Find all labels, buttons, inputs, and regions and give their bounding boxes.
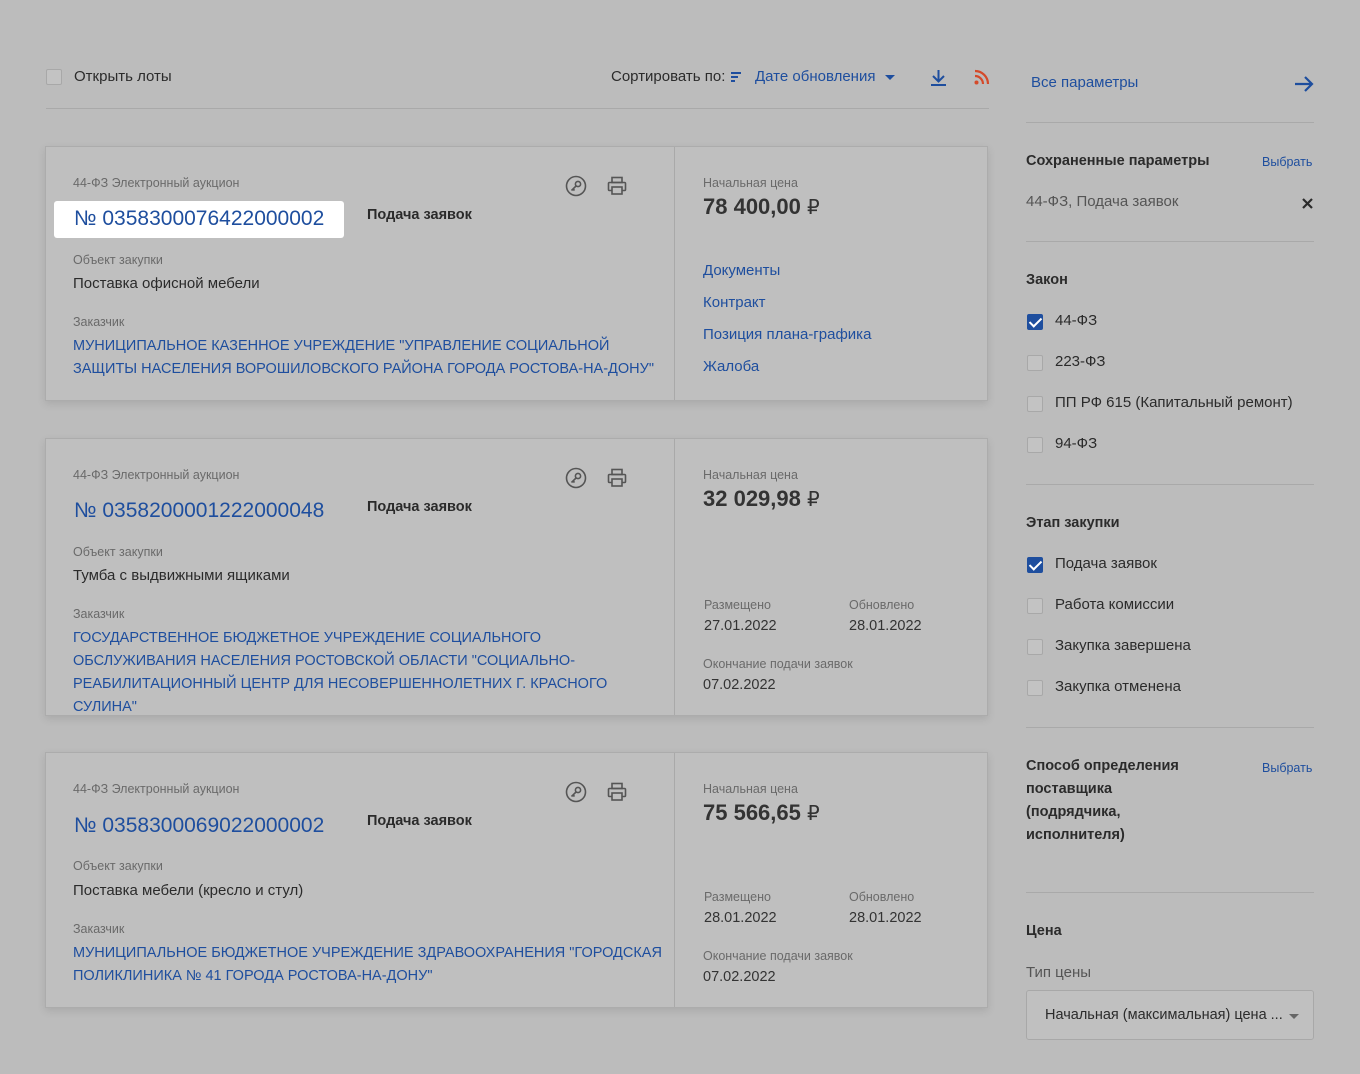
- lot-law: 44-ФЗ Электронный аукцион: [73, 176, 240, 190]
- posted-date: 28.01.2022: [704, 910, 777, 926]
- updated-label: Обновлено: [849, 890, 915, 904]
- lot-law: 44-ФЗ Электронный аукцион: [73, 782, 240, 796]
- deadline-label: Окончание подачи заявок: [703, 657, 853, 671]
- divider: [1026, 727, 1314, 728]
- stage-label: Закупка завершена: [1055, 637, 1191, 654]
- law-checkbox-615[interactable]: [1027, 396, 1043, 412]
- price-type-select[interactable]: Начальная (максимальная) цена ...: [1026, 990, 1314, 1040]
- stage-checkbox-cancelled[interactable]: [1027, 680, 1043, 696]
- contract-link[interactable]: Контракт: [703, 294, 766, 311]
- law-checkbox-94[interactable]: [1027, 437, 1043, 453]
- stage-label: Работа комиссии: [1055, 596, 1175, 613]
- deadline-date: 07.02.2022: [703, 969, 776, 985]
- updated-date: 28.01.2022: [849, 910, 922, 926]
- divider: [1026, 122, 1314, 123]
- lot-price: 78 400,00 ₽: [703, 194, 820, 219]
- law-title: Закон: [1026, 272, 1068, 288]
- card-divider: [674, 439, 675, 715]
- lot-object: Поставка мебели (кресло и стул): [73, 882, 304, 899]
- law-checkbox-44[interactable]: [1027, 314, 1043, 330]
- all-params-link[interactable]: Все параметры: [1031, 74, 1138, 91]
- lot-object: Тумба с выдвижными ящиками: [73, 567, 290, 584]
- object-label: Объект закупки: [73, 545, 163, 559]
- lot-number[interactable]: № 0358300076422000002: [54, 201, 345, 238]
- documents-link[interactable]: Документы: [703, 262, 780, 279]
- object-label: Объект закупки: [73, 253, 163, 267]
- law-label: ПП РФ 615 (Капитальный ремонт): [1055, 394, 1293, 411]
- updated-label: Обновлено: [849, 598, 915, 612]
- lot-card: 44-ФЗ Электронный аукцион № 035830007642…: [45, 146, 988, 401]
- print-icon[interactable]: [606, 781, 628, 803]
- stage-checkbox-completed[interactable]: [1027, 639, 1043, 655]
- download-icon[interactable]: [930, 69, 947, 87]
- law-checkbox-223[interactable]: [1027, 355, 1043, 371]
- sort-select[interactable]: Дате обновления: [755, 68, 875, 85]
- stage-checkbox-applications[interactable]: [1027, 557, 1043, 573]
- customer-link[interactable]: ГОСУДАРСТВЕННОЕ БЮДЖЕТНОЕ УЧРЕЖДЕНИЕ СОЦ…: [73, 627, 663, 719]
- supplier-method-title: Способ определения поставщика (подрядчик…: [1026, 758, 1179, 843]
- supplier-method-choose[interactable]: Выбрать: [1262, 761, 1312, 775]
- key-icon[interactable]: [565, 781, 587, 803]
- key-icon[interactable]: [565, 467, 587, 489]
- chevron-down-icon: [1289, 1014, 1299, 1019]
- posted-label: Размещено: [704, 890, 771, 904]
- lot-stage: Подача заявок: [367, 499, 472, 515]
- divider: [1026, 892, 1314, 893]
- lot-number[interactable]: № 0358300069022000002: [74, 814, 324, 838]
- saved-params-title: Сохраненные параметры: [1026, 153, 1210, 169]
- open-lots-label: Открыть лоты: [74, 68, 172, 85]
- posted-label: Размещено: [704, 598, 771, 612]
- sort-label: Сортировать по:: [611, 68, 726, 85]
- deadline-date: 07.02.2022: [703, 677, 776, 693]
- object-label: Объект закупки: [73, 859, 163, 873]
- lot-stage: Подача заявок: [367, 207, 472, 223]
- plan-position-link[interactable]: Позиция плана-графика: [703, 326, 871, 343]
- divider: [1026, 241, 1314, 242]
- law-label: 94-ФЗ: [1055, 435, 1098, 452]
- customer-label: Заказчик: [73, 315, 125, 329]
- lot-card: 44-ФЗ Электронный аукцион № 035830006902…: [45, 752, 988, 1008]
- lot-number[interactable]: № 0358200001222000048: [74, 499, 324, 523]
- customer-link[interactable]: МУНИЦИПАЛЬНОЕ БЮДЖЕТНОЕ УЧРЕЖДЕНИЕ ЗДРАВ…: [73, 942, 663, 988]
- divider: [1026, 484, 1314, 485]
- print-icon[interactable]: [606, 467, 628, 489]
- lot-price: 32 029,98 ₽: [703, 486, 820, 511]
- stage-checkbox-commission[interactable]: [1027, 598, 1043, 614]
- key-icon[interactable]: [565, 175, 587, 197]
- stage-label: Подача заявок: [1055, 555, 1157, 572]
- card-divider: [674, 147, 675, 400]
- print-icon[interactable]: [606, 175, 628, 197]
- lot-law: 44-ФЗ Электронный аукцион: [73, 468, 240, 482]
- sort-icon: [731, 72, 741, 82]
- lot-stage: Подача заявок: [367, 813, 472, 829]
- lot-object: Поставка офисной мебели: [73, 275, 260, 292]
- saved-params-choose[interactable]: Выбрать: [1262, 155, 1312, 169]
- deadline-label: Окончание подачи заявок: [703, 949, 853, 963]
- complaint-link[interactable]: Жалоба: [703, 358, 759, 375]
- rss-icon[interactable]: [974, 69, 990, 85]
- close-icon[interactable]: [1302, 198, 1313, 209]
- law-label: 44-ФЗ: [1055, 312, 1098, 329]
- lot-price: 75 566,65 ₽: [703, 800, 820, 825]
- open-lots-checkbox[interactable]: [46, 69, 62, 85]
- law-label: 223-ФЗ: [1055, 353, 1106, 370]
- card-divider: [674, 753, 675, 1007]
- price-type-label: Тип цены: [1026, 964, 1092, 981]
- customer-link[interactable]: МУНИЦИПАЛЬНОЕ КАЗЕННОЕ УЧРЕЖДЕНИЕ "УПРАВ…: [73, 335, 663, 381]
- customer-label: Заказчик: [73, 922, 125, 936]
- price-label: Начальная цена: [703, 176, 798, 190]
- price-label: Начальная цена: [703, 468, 798, 482]
- customer-label: Заказчик: [73, 607, 125, 621]
- lot-card: 44-ФЗ Электронный аукцион № 035820000122…: [45, 438, 988, 716]
- stage-label: Закупка отменена: [1055, 678, 1181, 695]
- updated-date: 28.01.2022: [849, 618, 922, 634]
- arrow-right-icon[interactable]: [1294, 76, 1314, 92]
- price-type-value: Начальная (максимальная) цена ...: [1045, 1007, 1283, 1023]
- chevron-down-icon[interactable]: [885, 75, 895, 81]
- price-title: Цена: [1026, 923, 1062, 939]
- price-label: Начальная цена: [703, 782, 798, 796]
- posted-date: 27.01.2022: [704, 618, 777, 634]
- stage-title: Этап закупки: [1026, 515, 1120, 531]
- saved-param-value[interactable]: 44-ФЗ, Подача заявок: [1026, 193, 1178, 210]
